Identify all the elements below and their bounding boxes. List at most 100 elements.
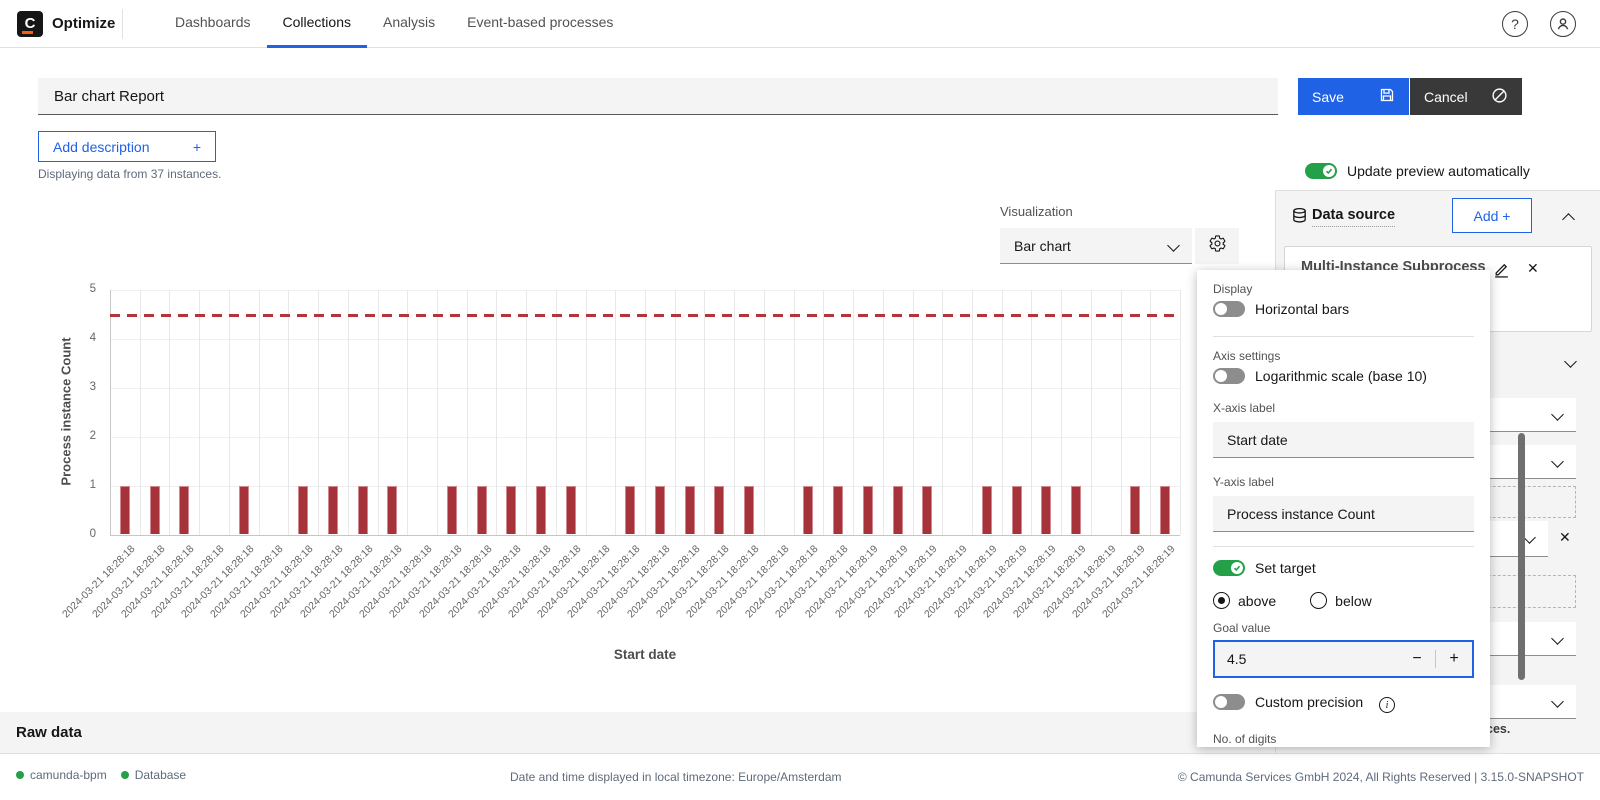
y-axis-field-label: Y-axis label: [1213, 475, 1274, 489]
toggle-knob: [1323, 165, 1335, 177]
v-gridline: [1121, 290, 1122, 535]
v-gridline: [556, 290, 557, 535]
chart-settings-popover: Display Horizontal bars Axis settings Lo…: [1197, 270, 1490, 747]
bar: [150, 486, 160, 534]
increment-button[interactable]: +: [1436, 642, 1472, 676]
bar: [1130, 486, 1140, 534]
display-section-label: Display: [1213, 282, 1252, 296]
radio-above-label: above: [1238, 593, 1276, 609]
v-gridline: [140, 290, 141, 535]
report-title-input[interactable]: [38, 78, 1278, 115]
help-icon[interactable]: ?: [1502, 11, 1528, 37]
target-line: [110, 314, 1180, 317]
panel-scrollbar[interactable]: [1518, 433, 1525, 680]
floppy-disk-icon: [1379, 87, 1395, 106]
bar: [893, 486, 903, 534]
bar: [685, 486, 695, 534]
brand-title: Optimize: [52, 0, 115, 48]
set-target-toggle[interactable]: [1213, 560, 1245, 576]
tab-event-based-processes[interactable]: Event-based processes: [451, 0, 629, 48]
v-gridline: [734, 290, 735, 535]
add-data-source-button[interactable]: Add +: [1452, 198, 1532, 233]
prohibition-icon: [1491, 87, 1508, 107]
bar: [982, 486, 992, 534]
v-gridline: [378, 290, 379, 535]
auto-update-toggle[interactable]: [1305, 163, 1337, 179]
v-gridline: [169, 290, 170, 535]
save-button-label: Save: [1312, 89, 1344, 105]
cancel-button-label: Cancel: [1424, 89, 1468, 105]
v-gridline: [615, 290, 616, 535]
divider: [1213, 336, 1474, 337]
bar: [863, 486, 873, 534]
v-gridline: [675, 290, 676, 535]
camunda-logo[interactable]: C: [17, 11, 43, 37]
tab-analysis[interactable]: Analysis: [367, 0, 451, 48]
goal-value: 4.5: [1215, 651, 1399, 667]
v-gridline: [823, 290, 824, 535]
add-description-button[interactable]: Add description +: [38, 131, 216, 162]
remove-filter-icon[interactable]: ✕: [1559, 529, 1571, 546]
bar: [387, 486, 397, 534]
bar: [1071, 486, 1081, 534]
v-gridline: [526, 290, 527, 535]
remove-data-source-icon[interactable]: ✕: [1527, 260, 1539, 277]
header-divider: [122, 9, 123, 39]
user-icon[interactable]: [1550, 11, 1576, 37]
v-gridline: [586, 290, 587, 535]
v-gridline: [437, 290, 438, 535]
divider: [1213, 546, 1474, 547]
v-gridline: [972, 290, 973, 535]
auto-update-label: Update preview automatically: [1347, 163, 1530, 179]
bar: [298, 486, 308, 534]
bar: [120, 486, 130, 534]
v-gridline: [913, 290, 914, 535]
status-label: camunda-bpm: [30, 768, 107, 782]
horizontal-bars-toggle[interactable]: [1213, 301, 1245, 317]
tab-collections[interactable]: Collections: [267, 0, 367, 48]
x-axis-label-input[interactable]: [1213, 422, 1474, 458]
v-gridline: [1150, 290, 1151, 535]
bar: [1041, 486, 1051, 534]
info-icon[interactable]: i: [1379, 697, 1395, 713]
x-axis-field-label: X-axis label: [1213, 401, 1275, 415]
data-source-title: Data source: [1312, 207, 1395, 227]
log-scale-label: Logarithmic scale (base 10): [1255, 368, 1427, 384]
v-gridline: [348, 290, 349, 535]
custom-precision-toggle[interactable]: [1213, 694, 1245, 710]
v-gridline: [229, 290, 230, 535]
chart-settings-button[interactable]: [1195, 228, 1239, 264]
v-gridline: [1031, 290, 1032, 535]
v-gridline: [764, 290, 765, 535]
v-gridline: [259, 290, 260, 535]
h-gridline: [110, 535, 1180, 536]
y-axis-tick-label: 4: [62, 332, 96, 344]
bar: [625, 486, 635, 534]
bar: [536, 486, 546, 534]
v-gridline: [645, 290, 646, 535]
optimize-app: C Optimize Dashboards Collections Analys…: [0, 0, 1600, 800]
bar: [566, 486, 576, 534]
radio-below[interactable]: [1310, 592, 1327, 609]
log-scale-toggle[interactable]: [1213, 368, 1245, 384]
goal-value-input[interactable]: 4.5 − +: [1213, 640, 1474, 678]
visualization-dropdown[interactable]: Bar chart: [1000, 228, 1192, 264]
radio-above[interactable]: [1213, 592, 1230, 609]
save-button[interactable]: Save: [1298, 78, 1409, 115]
edit-pencil-icon[interactable]: [1493, 261, 1510, 283]
tab-dashboards[interactable]: Dashboards: [159, 0, 267, 48]
status-item: camunda-bpm: [16, 768, 107, 782]
plus-icon: +: [193, 139, 201, 155]
bar: [803, 486, 813, 534]
status-label: Database: [135, 768, 186, 782]
y-axis-label-input[interactable]: [1213, 496, 1474, 532]
custom-precision-label: Custom precision: [1255, 694, 1363, 710]
bar: [477, 486, 487, 534]
bar: [833, 486, 843, 534]
bar: [1012, 486, 1022, 534]
bar: [179, 486, 189, 534]
raw-data-title: Raw data: [16, 724, 82, 741]
decrement-button[interactable]: −: [1399, 642, 1435, 676]
visualization-label: Visualization: [1000, 204, 1073, 219]
cancel-button[interactable]: Cancel: [1410, 78, 1522, 115]
